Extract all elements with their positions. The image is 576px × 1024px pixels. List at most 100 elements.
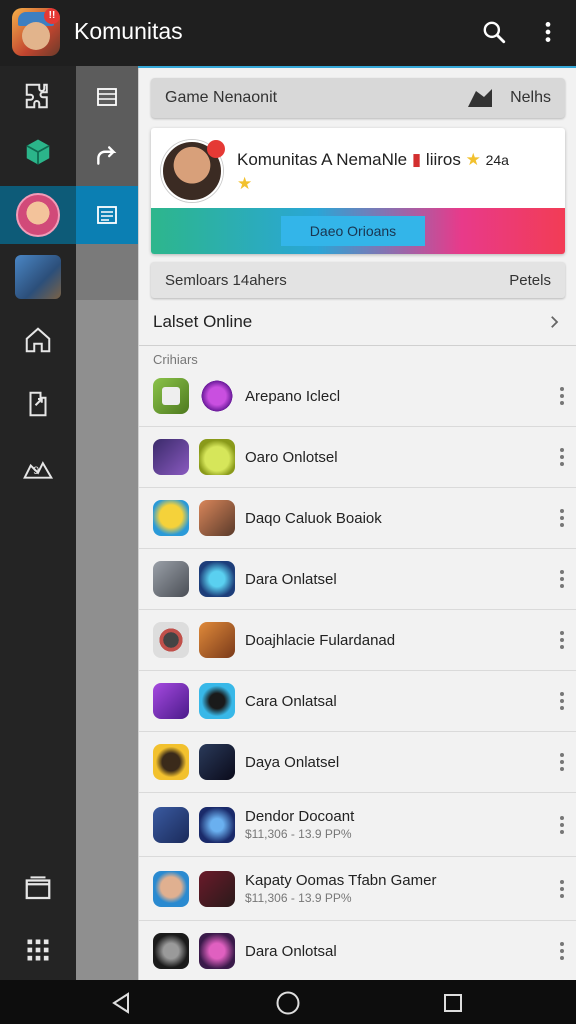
list-item[interactable]: Cara Onlatsal xyxy=(139,671,576,732)
item-menu-button[interactable] xyxy=(547,630,576,650)
forward-button[interactable] xyxy=(76,126,138,184)
overflow-menu-button[interactable] xyxy=(532,16,564,48)
list-item[interactable]: Doajhlacie Fulardanad xyxy=(139,610,576,671)
game-list: Arepano Iclecl Oaro Onlotsel Daqo Caluok… xyxy=(139,366,576,982)
grid-icon xyxy=(27,939,49,961)
stats-label: Semloars 14ahers xyxy=(165,271,287,289)
back-button[interactable] xyxy=(106,988,136,1018)
game-header-card[interactable]: Game Nenaonit Nelhs xyxy=(151,78,565,118)
puzzle-icon xyxy=(25,83,48,109)
notification-badge: !! xyxy=(44,8,60,24)
list-item[interactable]: Oaro Onlotsel xyxy=(139,427,576,488)
main-panel: Game Nenaonit Nelhs Komunitas A NemaNle … xyxy=(138,66,576,982)
rail-item-avatar-active[interactable] xyxy=(0,186,76,244)
share-doc-icon xyxy=(29,391,47,417)
section-label: Crihiars xyxy=(153,352,198,367)
header-card-label: Game Nenaonit xyxy=(165,89,278,106)
item-menu-button[interactable] xyxy=(547,752,576,772)
ninja-game-icon xyxy=(199,870,235,907)
system-nav-bar xyxy=(0,980,576,1024)
recents-button[interactable] xyxy=(438,988,468,1018)
list-item[interactable]: Dara Onlatsel xyxy=(139,549,576,610)
list-icon xyxy=(97,88,117,106)
more-vertical-icon xyxy=(560,448,564,466)
helmet-game-icon xyxy=(153,933,189,969)
game-subtitle: $11,306 - 13.9 PP% xyxy=(245,891,352,905)
recents-square-icon xyxy=(444,994,462,1012)
rail-item-box[interactable] xyxy=(0,122,76,182)
crystal-game-icon xyxy=(199,683,235,719)
more-vertical-icon xyxy=(560,509,564,527)
left-rail: 9 xyxy=(0,66,76,980)
more-vertical-icon xyxy=(560,631,564,649)
magic-game-icon xyxy=(199,806,235,843)
app-title: Komunitas xyxy=(74,18,183,44)
window-icon xyxy=(25,876,51,900)
secondary-rail-lower xyxy=(76,244,138,300)
item-menu-button[interactable] xyxy=(547,386,576,406)
more-vertical-icon xyxy=(560,692,564,710)
svg-text:9: 9 xyxy=(33,465,39,477)
weapon-game-icon xyxy=(199,500,235,536)
app-root: !! Komunitas 9 Game Nenaonit Nelhs Komun… xyxy=(0,0,576,1024)
profile-stars: ★ xyxy=(237,174,253,193)
detail-view-button[interactable] xyxy=(76,186,138,244)
stats-card[interactable]: Semloars 14ahers Petels xyxy=(151,262,565,298)
profile-action-button[interactable]: Daeo Orioans xyxy=(281,216,425,246)
rail-item-soldier[interactable] xyxy=(0,246,76,308)
monster-game-icon xyxy=(199,439,235,475)
game-title: Dara Onlotsal xyxy=(245,942,337,960)
item-menu-button[interactable] xyxy=(547,879,576,899)
header-card-right-label: Nelhs xyxy=(510,89,551,106)
soldier-game-icon xyxy=(15,255,61,299)
more-vertical-icon xyxy=(560,942,564,960)
list-item[interactable]: Daya Onlatsel xyxy=(139,732,576,793)
document-list-icon xyxy=(97,206,117,224)
dice-game-icon xyxy=(153,378,189,414)
more-vertical-icon xyxy=(560,815,564,834)
character-game-icon xyxy=(153,500,189,536)
list-view-button[interactable] xyxy=(76,68,138,126)
item-menu-button[interactable] xyxy=(547,447,576,467)
game-subtitle: $11,306 - 13.9 PP% xyxy=(245,827,352,841)
secondary-rail xyxy=(76,66,138,980)
app-icon-face xyxy=(22,22,50,50)
rail-item-home[interactable] xyxy=(0,310,76,370)
rail-item-share[interactable] xyxy=(0,374,76,434)
game-title: Doajhlacie Fulardanad xyxy=(245,631,396,649)
more-vertical-icon xyxy=(545,22,551,42)
list-item[interactable]: Arepano Iclecl xyxy=(139,366,576,427)
latest-online-label: Lalset Online xyxy=(153,311,253,331)
rail-item-windows[interactable] xyxy=(0,858,76,918)
profile-name: Komunitas A NemaNle xyxy=(237,150,408,169)
latest-online-row[interactable]: Lalset Online xyxy=(139,298,576,346)
sword-game-icon xyxy=(153,439,189,475)
app-bar: !! Komunitas xyxy=(0,0,576,66)
rail-item-map[interactable]: 9 xyxy=(0,438,76,498)
online-status-dot xyxy=(207,140,225,158)
hammer-game-icon xyxy=(153,806,189,843)
item-menu-button[interactable] xyxy=(547,569,576,589)
app-icon[interactable]: !! xyxy=(12,8,60,56)
item-menu-button[interactable] xyxy=(547,815,576,835)
tag-icon xyxy=(468,89,493,107)
rail-item-apps[interactable] xyxy=(0,920,76,980)
profile-avatar[interactable] xyxy=(161,140,225,202)
purple-creature-game-icon xyxy=(199,933,235,969)
home-circle-icon xyxy=(276,991,300,1015)
lightning-game-icon xyxy=(199,561,235,597)
item-menu-button[interactable] xyxy=(547,941,576,961)
list-item[interactable]: Kapaty Oomas Tfabn Gamer $11,306 - 13.9 … xyxy=(139,857,576,921)
item-menu-button[interactable] xyxy=(547,691,576,711)
profile-name-line: Komunitas A NemaNle ▮ liiros ★ 24a ★ xyxy=(237,148,557,196)
list-item[interactable]: Daqo Caluok Boaiok xyxy=(139,488,576,549)
rail-item-puzzle[interactable] xyxy=(0,66,76,126)
search-button[interactable] xyxy=(478,16,510,48)
list-item[interactable]: Dendor Docoant $11,306 - 13.9 PP% xyxy=(139,793,576,857)
game-title: Dara Onlatsel xyxy=(245,570,337,588)
list-item[interactable]: Dara Onlotsal xyxy=(139,921,576,982)
item-menu-button[interactable] xyxy=(547,508,576,528)
home-button[interactable] xyxy=(273,988,303,1018)
more-vertical-icon xyxy=(560,387,564,405)
profile-card[interactable]: Komunitas A NemaNle ▮ liiros ★ 24a ★ Dae… xyxy=(151,128,565,254)
